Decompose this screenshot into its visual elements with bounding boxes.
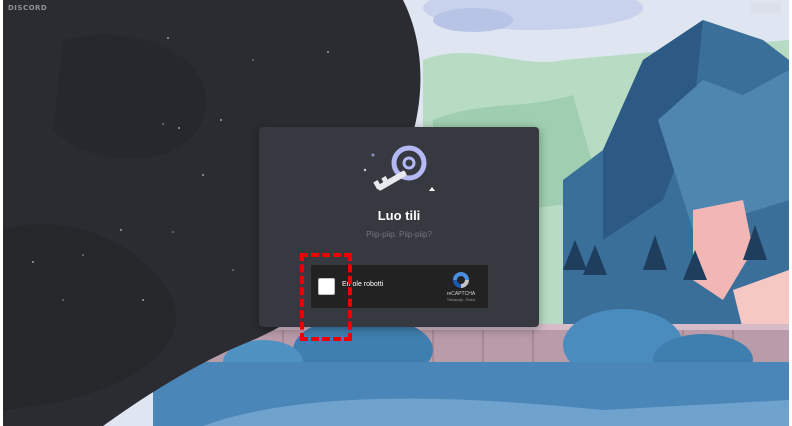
recaptcha-brand: reCAPTCHA [446,291,476,297]
modal-title: Luo tili [377,208,421,223]
annotation-highlight [300,253,352,341]
app-name: DISCORD [8,4,48,12]
window-controls[interactable] [751,3,781,13]
recaptcha-privacy-terms-link[interactable]: Tietosuoja - Ehdot [435,298,487,302]
key-icon [363,145,435,191]
modal-subtitle: Piip-piip. Piip-piip? [366,230,432,239]
recaptcha-logo-icon[interactable] [451,270,471,290]
title-bar: DISCORD [3,0,789,16]
